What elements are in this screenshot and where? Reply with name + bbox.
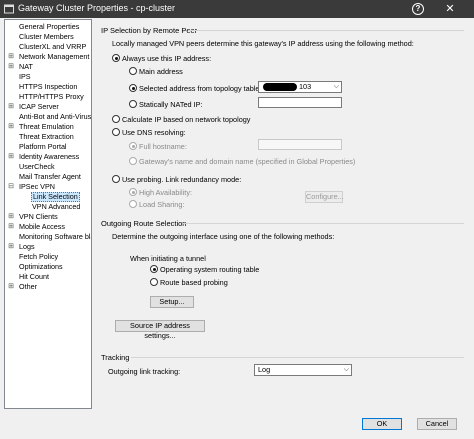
selected-address-label: Selected address from topology table: (139, 84, 262, 93)
tree-item-label: UserCheck (19, 162, 55, 171)
ok-button[interactable]: OK (362, 418, 402, 430)
expand-icon[interactable]: ⊞ (7, 283, 15, 291)
outgoing-link-tracking-value: Log (258, 365, 271, 374)
help-icon[interactable]: ? (412, 3, 424, 15)
when-initiating-label: When initiating a tunnel (130, 254, 206, 263)
tree-item-label: VPN Advanced (32, 202, 81, 211)
tracking-group-title: Tracking (101, 353, 130, 362)
load-sharing-radio[interactable] (129, 200, 137, 208)
tree-item-label: Anti-Bot and Anti-Virus (19, 112, 92, 121)
statically-nated-radio[interactable] (129, 100, 137, 108)
full-hostname-radio[interactable] (129, 142, 137, 150)
probing-label: Use probing. Link redundancy mode: (122, 175, 242, 184)
tree-item-label: ClusterXL and VRRP (19, 42, 87, 51)
os-routing-radio[interactable] (150, 265, 158, 273)
navigation-tree[interactable]: General Properties Cluster Members Cluster… (4, 19, 92, 409)
gateway-name-radio[interactable] (129, 157, 137, 165)
expand-icon[interactable]: ⊞ (7, 153, 15, 161)
configure-button[interactable]: Configure... (305, 191, 344, 203)
full-hostname-input[interactable] (258, 139, 342, 150)
expand-icon[interactable]: ⊞ (7, 243, 15, 251)
tree-item-label: Threat Extraction (19, 132, 74, 141)
statically-nated-input[interactable] (258, 97, 342, 108)
load-sharing-label: Load Sharing: (139, 200, 185, 209)
redacted-block (263, 83, 297, 91)
window-app-icon (4, 4, 14, 14)
dns-resolving-label: Use DNS resolving: (122, 128, 186, 137)
group-divider (188, 30, 464, 31)
expand-icon[interactable]: ⊞ (7, 213, 15, 221)
tree-item-label: Link Selection (31, 192, 80, 202)
expand-icon[interactable]: ⊞ (7, 223, 15, 231)
group-divider (131, 357, 464, 358)
tree-item-label: Identity Awareness (19, 152, 80, 161)
tree-item-label: IPSec VPN (19, 182, 55, 191)
topology-address-value: 103 (299, 82, 312, 91)
high-availability-radio[interactable] (129, 188, 137, 196)
calculate-ip-radio[interactable] (112, 115, 120, 123)
close-icon[interactable]: ✕ (440, 2, 460, 16)
high-availability-label: High Availability: (139, 188, 192, 197)
expand-icon[interactable]: ⊞ (7, 63, 15, 71)
outgoing-route-description: Determine the outgoing interface using o… (112, 232, 335, 241)
window-title: Gateway Cluster Properties - cp-cluster (18, 3, 176, 13)
route-probing-radio[interactable] (150, 278, 158, 286)
outgoing-route-group-title: Outgoing Route Selection (101, 219, 187, 228)
tree-item-label: HTTP/HTTPS Proxy (19, 92, 84, 101)
title-bar: Gateway Cluster Properties - cp-cluster … (0, 0, 474, 18)
tree-item-label: IPS (19, 72, 31, 81)
tree-item-label: Other (19, 282, 37, 291)
tree-item-label: HTTPS Inspection (19, 82, 78, 91)
source-ip-settings-button[interactable]: Source IP address settings... (115, 320, 205, 340)
tree-item-label: Hit Count (19, 272, 49, 281)
outgoing-link-tracking-label: Outgoing link tracking: (108, 367, 181, 376)
full-hostname-label: Full hostname: (139, 142, 187, 151)
tree-item-label: General Properties (19, 22, 80, 31)
tree-item-label: Network Management (19, 52, 90, 61)
main-address-label: Main address (139, 67, 183, 76)
tree-item-label: ICAP Server (19, 102, 59, 111)
calculate-ip-label: Calculate IP based on network topology (122, 115, 251, 124)
expand-icon[interactable]: ⊞ (7, 53, 15, 61)
ip-selection-description: Locally managed VPN peers determine this… (112, 39, 414, 48)
tree-item-label: Cluster Members (19, 32, 74, 41)
tree-item-label: NAT (19, 62, 33, 71)
outgoing-link-tracking-select[interactable]: Log ⌵ (254, 364, 352, 376)
expand-icon[interactable]: ⊞ (7, 123, 15, 131)
selected-address-radio[interactable] (129, 84, 137, 92)
topology-address-select[interactable]: 103 ⌵ (258, 81, 342, 93)
gateway-name-label: Gateway's name and domain name (specifie… (139, 157, 356, 166)
tree-item-label: Monitoring Software bla (19, 232, 92, 241)
expand-icon[interactable]: ⊞ (7, 103, 15, 111)
tree-item-label: Mail Transfer Agent (19, 172, 81, 181)
tree-item-label: Threat Emulation (19, 122, 74, 131)
dns-resolving-radio[interactable] (112, 128, 120, 136)
collapse-icon[interactable]: ⊟ (7, 183, 15, 191)
cancel-button[interactable]: Cancel (417, 418, 457, 430)
chevron-down-icon: ⌵ (333, 83, 339, 90)
tree-item-label: Logs (19, 242, 35, 251)
group-divider (183, 223, 464, 224)
ip-selection-group-title: IP Selection by Remote Peer (101, 26, 198, 35)
tree-item-label: Mobile Access (19, 222, 65, 231)
os-routing-label: Operating system routing table (160, 265, 260, 274)
statically-nated-label: Statically NATed IP: (139, 100, 203, 109)
tree-item-label: Fetch Policy (19, 252, 59, 261)
tree-item-label: Optimizations (19, 262, 63, 271)
tree-item-label: VPN Clients (19, 212, 58, 221)
always-use-ip-label: Always use this IP address: (122, 54, 212, 63)
setup-button[interactable]: Setup... (150, 296, 194, 308)
main-address-radio[interactable] (129, 67, 137, 75)
always-use-ip-radio[interactable] (112, 54, 120, 62)
tree-item-label: Platform Portal (19, 142, 67, 151)
chevron-down-icon: ⌵ (343, 366, 349, 373)
route-probing-label: Route based probing (160, 278, 228, 287)
probing-radio[interactable] (112, 175, 120, 183)
